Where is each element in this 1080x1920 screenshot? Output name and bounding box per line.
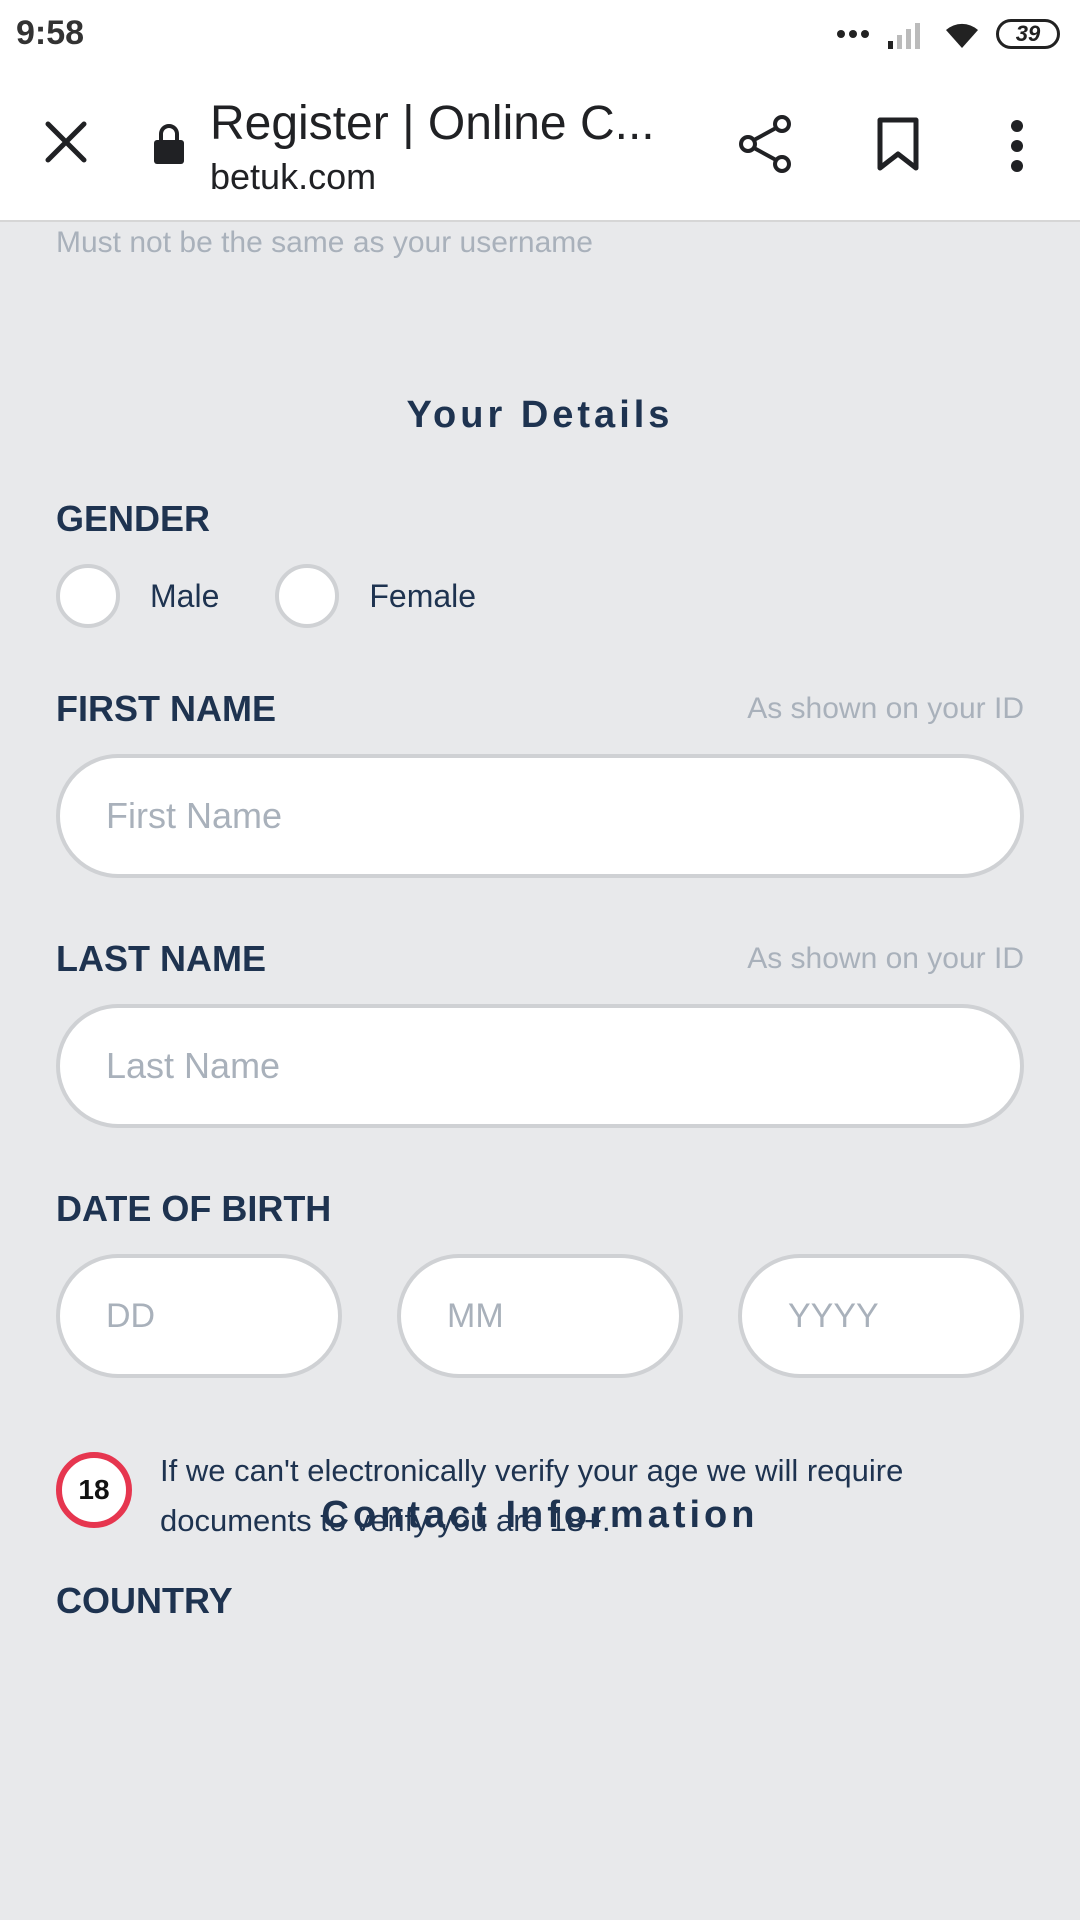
status-bar: 9:58 39 — [0, 0, 1080, 66]
dob-year-input[interactable] — [738, 1254, 1024, 1378]
last-name-hint: As shown on your ID — [747, 942, 1024, 975]
your-details-title: Your Details — [406, 394, 674, 436]
first-name-label: FIRST NAME — [56, 688, 276, 729]
gender-female-radio[interactable] — [275, 564, 340, 628]
gender-radio-group: Male Female — [56, 564, 532, 628]
signal-dots-icon — [837, 30, 869, 38]
signal-bars-icon — [888, 23, 920, 49]
status-time: 9:58 — [16, 14, 85, 52]
gender-female-label[interactable]: Female — [369, 578, 476, 615]
contact-information-title: Contact Information — [321, 1494, 759, 1536]
page-url[interactable]: betuk.com — [210, 156, 376, 198]
more-vert-icon[interactable] — [1000, 118, 1034, 174]
lock-icon — [154, 124, 184, 164]
share-icon[interactable] — [738, 114, 794, 174]
last-name-input[interactable] — [56, 1004, 1024, 1128]
dob-month-input[interactable] — [397, 1254, 683, 1378]
password-hint: Must not be the same as your username — [56, 226, 593, 259]
first-name-input[interactable] — [56, 754, 1024, 878]
close-icon[interactable] — [40, 116, 92, 168]
registration-form: Must not be the same as your username Yo… — [0, 222, 1080, 1920]
bookmark-icon[interactable] — [876, 116, 920, 172]
first-name-hint: As shown on your ID — [747, 692, 1024, 725]
country-label: COUNTRY — [56, 1580, 233, 1621]
status-icons: 39 — [836, 14, 1060, 54]
wifi-icon — [946, 23, 978, 48]
page-title[interactable]: Register | Online C... — [210, 96, 680, 151]
dob-day-input[interactable] — [56, 1254, 342, 1378]
browser-toolbar: Register | Online C... betuk.com — [0, 66, 1080, 222]
gender-male-label[interactable]: Male — [150, 578, 219, 615]
gender-label: GENDER — [56, 498, 211, 539]
last-name-label: LAST NAME — [56, 938, 266, 979]
gender-male-radio[interactable] — [56, 564, 120, 628]
dob-label: DATE OF BIRTH — [56, 1188, 332, 1229]
battery-icon: 39 — [996, 19, 1060, 49]
